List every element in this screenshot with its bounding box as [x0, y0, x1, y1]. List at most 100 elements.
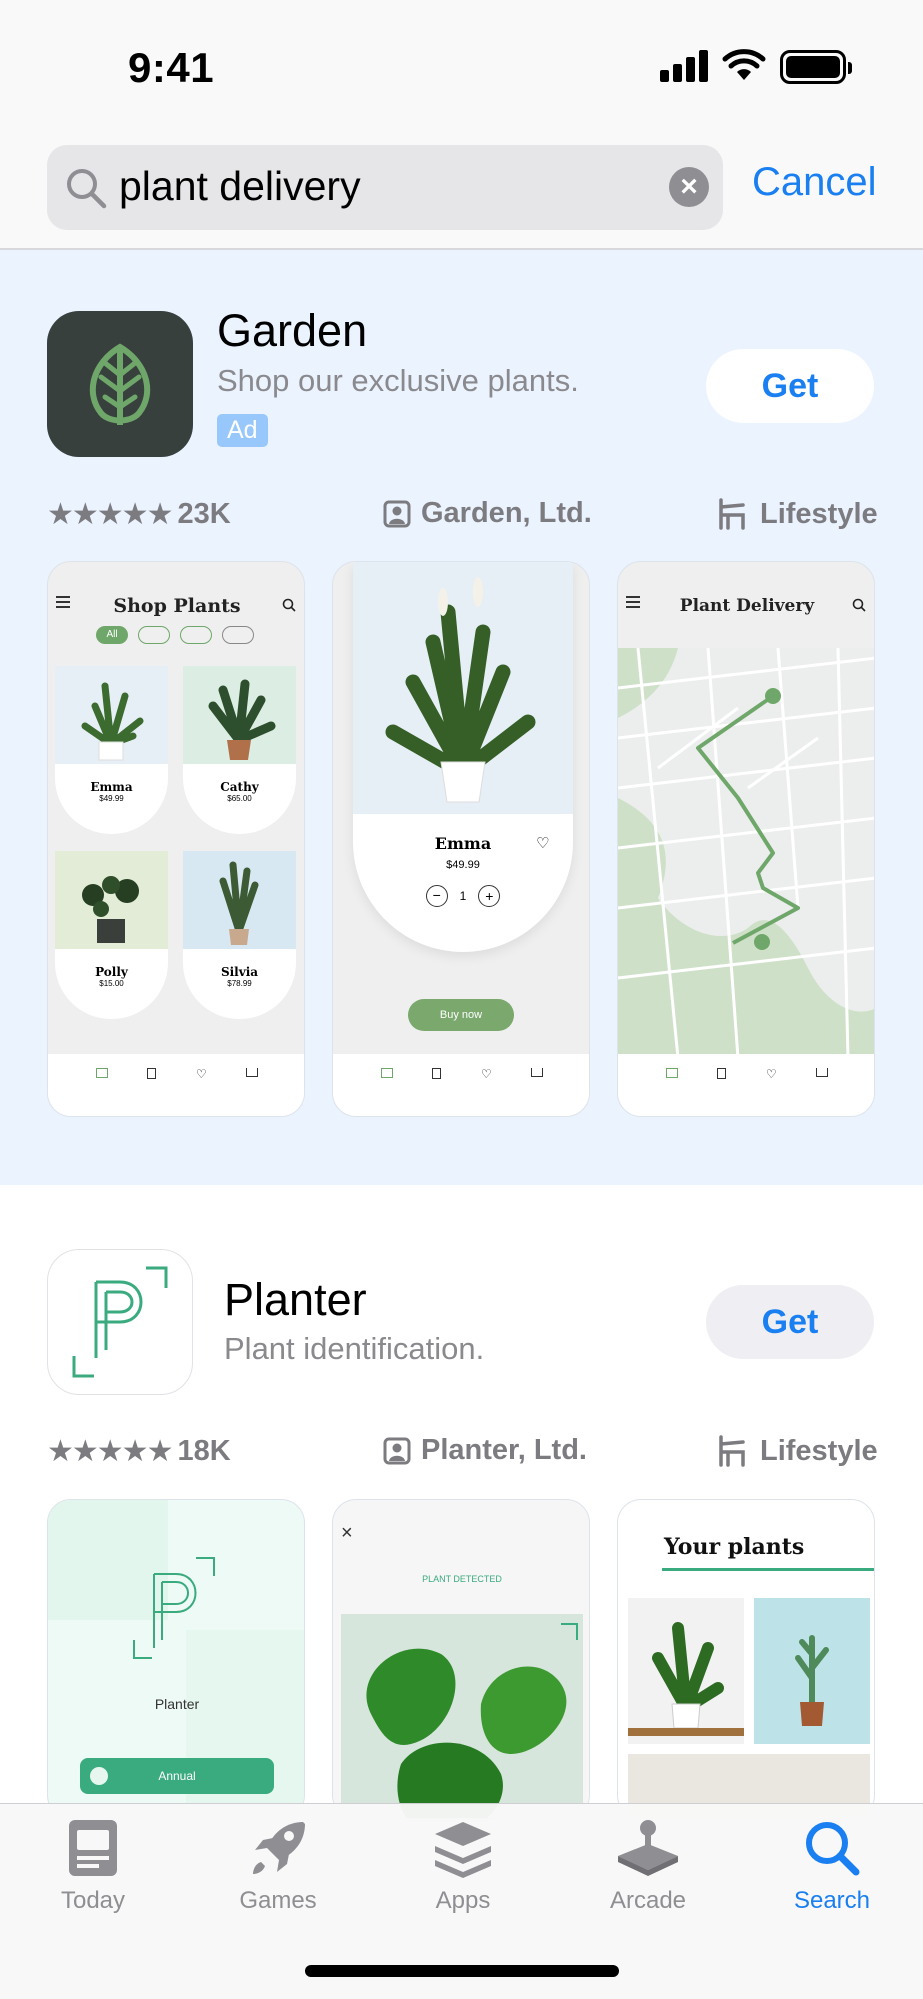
close-icon: × — [341, 1522, 353, 1544]
map — [618, 648, 874, 1058]
store-icon — [95, 1068, 108, 1078]
app-tab-bar: ♡ — [333, 1054, 589, 1116]
book-icon — [147, 1068, 157, 1079]
developer-icon — [383, 1437, 411, 1464]
plant-image — [628, 1622, 744, 1736]
cancel-button[interactable]: Cancel — [752, 160, 877, 205]
today-icon — [69, 1820, 117, 1876]
your-plants-title: Your plants — [664, 1534, 805, 1560]
search-input[interactable]: plant delivery — [119, 163, 361, 210]
search-icon — [67, 169, 107, 209]
ad-badge: Ad — [217, 414, 268, 447]
buy-now-button: Buy now — [408, 999, 514, 1031]
rating: ★★★★★ 23K — [47, 498, 231, 531]
tab-games[interactable]: Games — [203, 1818, 353, 1915]
cart-icon — [246, 1068, 259, 1077]
heart-icon: ♡ — [480, 1067, 492, 1081]
clock: 9:41 — [128, 44, 215, 91]
plant-image — [219, 861, 259, 945]
search-result-card[interactable]: Planter Plant identification. Get ★★★★★ … — [0, 1185, 923, 1819]
plant-image — [81, 682, 144, 761]
screen-title: Shop Plants — [113, 595, 241, 617]
app-subtitle: Plant identification. — [224, 1331, 485, 1366]
home-indicator — [305, 1965, 619, 1977]
search-icon — [806, 1822, 860, 1876]
wifi-icon — [722, 49, 766, 80]
tab-arcade[interactable]: Arcade — [573, 1818, 723, 1915]
tab-today[interactable]: Today — [18, 1818, 168, 1915]
app-tab-bar: ♡ — [618, 1054, 874, 1116]
get-button[interactable]: Get — [706, 1285, 874, 1359]
stars-icon: ★★★★★ — [47, 1435, 173, 1468]
search-icon — [282, 598, 296, 612]
tab-apps[interactable]: Apps — [388, 1818, 538, 1915]
planter-logo-icon — [72, 1266, 168, 1378]
screenshot-plant-detected[interactable]: × PLANT DETECTED — [332, 1499, 590, 1819]
search-icon — [852, 598, 866, 612]
heart-icon: ♡ — [536, 835, 550, 852]
screenshot-your-plants[interactable]: Your plants — [617, 1499, 875, 1819]
screenshot-plant-delivery-map[interactable]: Plant Delivery ♡ — [617, 561, 875, 1117]
plant-card: Silvia $78.99 — [183, 851, 296, 1019]
status-bar: 9:41 — [0, 0, 923, 140]
battery-icon — [780, 50, 852, 84]
screenshot-plant-detail[interactable]: Emma ♡ $49.99 − 1 + Buy now ♡ — [332, 561, 590, 1117]
plant-tile — [754, 1598, 870, 1744]
book-icon — [717, 1068, 727, 1079]
check-icon — [90, 1767, 108, 1785]
filter-chip — [138, 626, 170, 644]
plant-card: Emma $49.99 — [55, 666, 168, 834]
heart-icon: ♡ — [195, 1067, 207, 1081]
planter-logo-icon — [133, 1557, 215, 1659]
minus-icon: − — [425, 885, 448, 907]
ad-result-card[interactable]: Garden Shop our exclusive plants. Ad Get… — [0, 250, 923, 1185]
screenshot-shop-plants[interactable]: Shop Plants All Emma $49.99 Cathy $65.00… — [47, 561, 305, 1117]
leaf-icon — [89, 343, 151, 425]
plant-card: Polly $15.00 — [55, 851, 168, 1019]
chair-icon — [719, 1435, 745, 1467]
joystick-icon — [618, 1820, 678, 1876]
screen-title: Plant Delivery — [679, 596, 815, 616]
planter-app-icon[interactable] — [47, 1249, 193, 1395]
category: Lifestyle — [716, 497, 878, 531]
plant-image — [795, 1635, 829, 1726]
get-button[interactable]: Get — [706, 349, 874, 423]
plant-image — [82, 876, 139, 943]
app-tab-bar: ♡ — [48, 1054, 304, 1116]
developer: Planter, Ltd. — [383, 1434, 587, 1467]
app-name[interactable]: Garden — [217, 305, 367, 357]
rocket-icon — [253, 1822, 305, 1874]
plus-icon: + — [478, 885, 501, 907]
store-icon — [380, 1068, 393, 1078]
cart-icon — [816, 1068, 829, 1077]
peace-lily-image — [385, 577, 536, 803]
app-name[interactable]: Planter — [224, 1274, 367, 1326]
book-icon — [432, 1068, 442, 1079]
screenshot-planter-onboarding[interactable]: Planter Annual — [47, 1499, 305, 1819]
logo-word: Planter — [154, 1696, 200, 1712]
app-subtitle: Shop our exclusive plants. — [217, 363, 579, 398]
cart-icon — [531, 1068, 544, 1077]
apps-stack-icon — [435, 1822, 491, 1878]
monstera-image — [366, 1623, 578, 1818]
filter-chip — [222, 626, 254, 644]
filter-chip — [180, 626, 212, 644]
garden-app-icon[interactable] — [47, 311, 193, 457]
heart-icon: ♡ — [765, 1067, 777, 1081]
cellular-signal-icon — [660, 50, 710, 82]
stars-icon: ★★★★★ — [47, 498, 173, 531]
plant-tile — [628, 1598, 744, 1744]
search-field[interactable]: plant delivery × — [47, 145, 723, 230]
developer: Garden, Ltd. — [383, 497, 592, 530]
plant-card: Cathy $65.00 — [183, 666, 296, 834]
plant-image — [208, 679, 276, 760]
detected-label: PLANT DETECTED — [422, 1574, 502, 1584]
store-icon — [665, 1068, 678, 1078]
chair-icon — [719, 498, 745, 530]
tab-search[interactable]: Search — [757, 1818, 907, 1915]
rating: ★★★★★ 18K — [47, 1435, 231, 1468]
annual-plan-option: Annual — [80, 1758, 274, 1794]
clear-search-icon[interactable]: × — [669, 167, 709, 207]
filter-all: All — [96, 626, 128, 644]
category: Lifestyle — [716, 1434, 878, 1468]
